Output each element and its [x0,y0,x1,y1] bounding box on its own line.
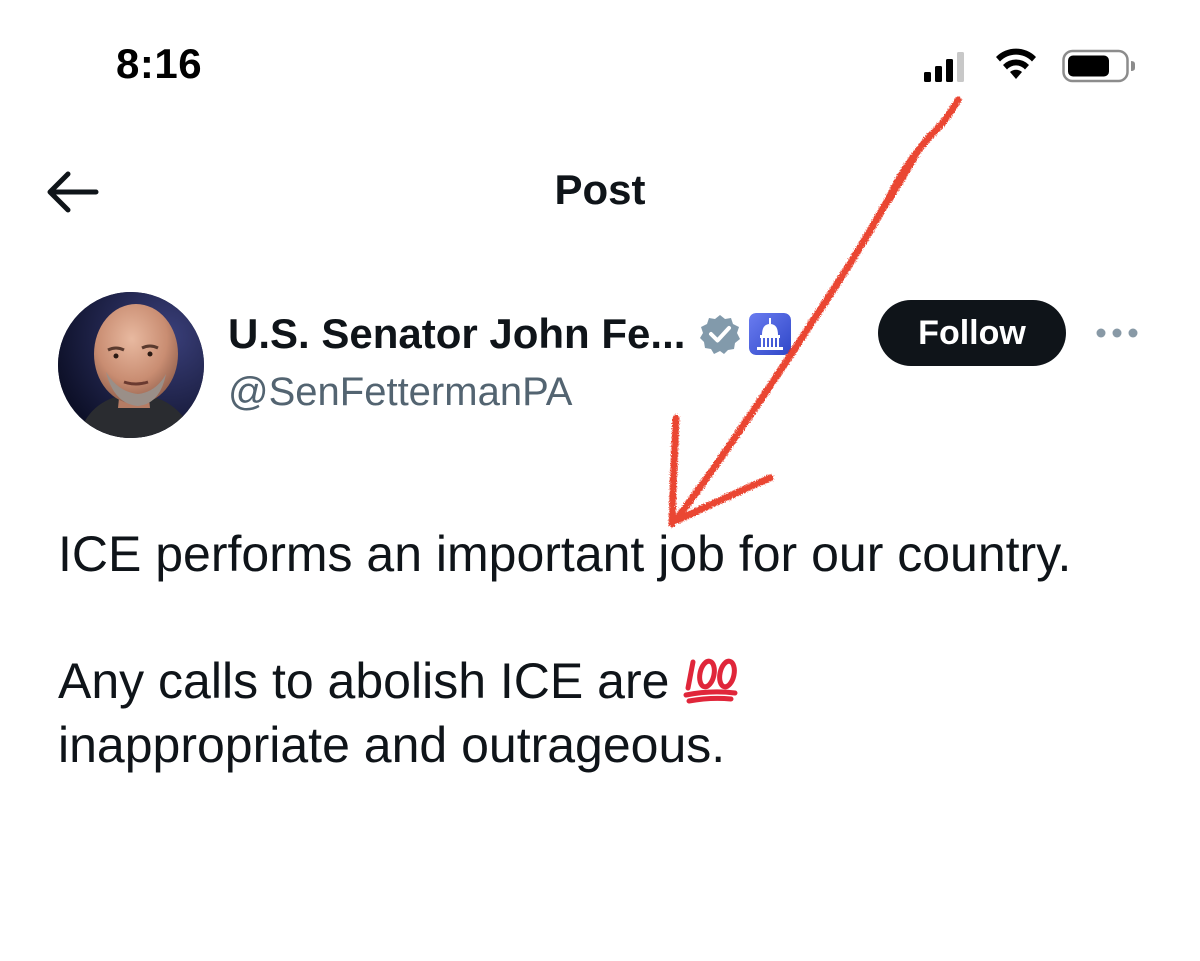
avatar-image [58,292,204,438]
post-text: ICE performs an important job for our co… [58,522,1138,777]
wifi-icon [996,48,1036,79]
status-time: 8:16 [116,40,203,87]
page-title: Post [554,166,646,213]
cellular-signal-icon [924,52,964,82]
more-options-icon[interactable] [1094,320,1140,346]
avatar[interactable] [58,292,204,438]
battery-icon [1062,49,1135,83]
display-name[interactable]: U.S. Senator John Fe... [228,310,685,358]
post-paragraph: Any calls to abolish ICE are inappropria… [58,649,1138,777]
post-line: Any calls to abolish ICE are [58,653,670,709]
nav-bar: Post [0,140,1200,250]
post-line: inappropriate and outrageous. [58,717,726,773]
post-paragraph: ICE performs an important job for our co… [58,526,1072,582]
status-bar: 8:16 [0,0,1200,130]
capitol-dome-icon[interactable] [749,313,792,355]
verified-badge-icon[interactable] [699,313,741,355]
follow-button[interactable]: Follow [878,300,1066,366]
post-header: U.S. Senator John Fe... @SenFettermanPA … [0,290,1200,450]
display-name-row[interactable]: U.S. Senator John Fe... [228,304,792,364]
100-emoji-icon [683,658,738,704]
user-handle[interactable]: @SenFettermanPA [228,370,572,415]
